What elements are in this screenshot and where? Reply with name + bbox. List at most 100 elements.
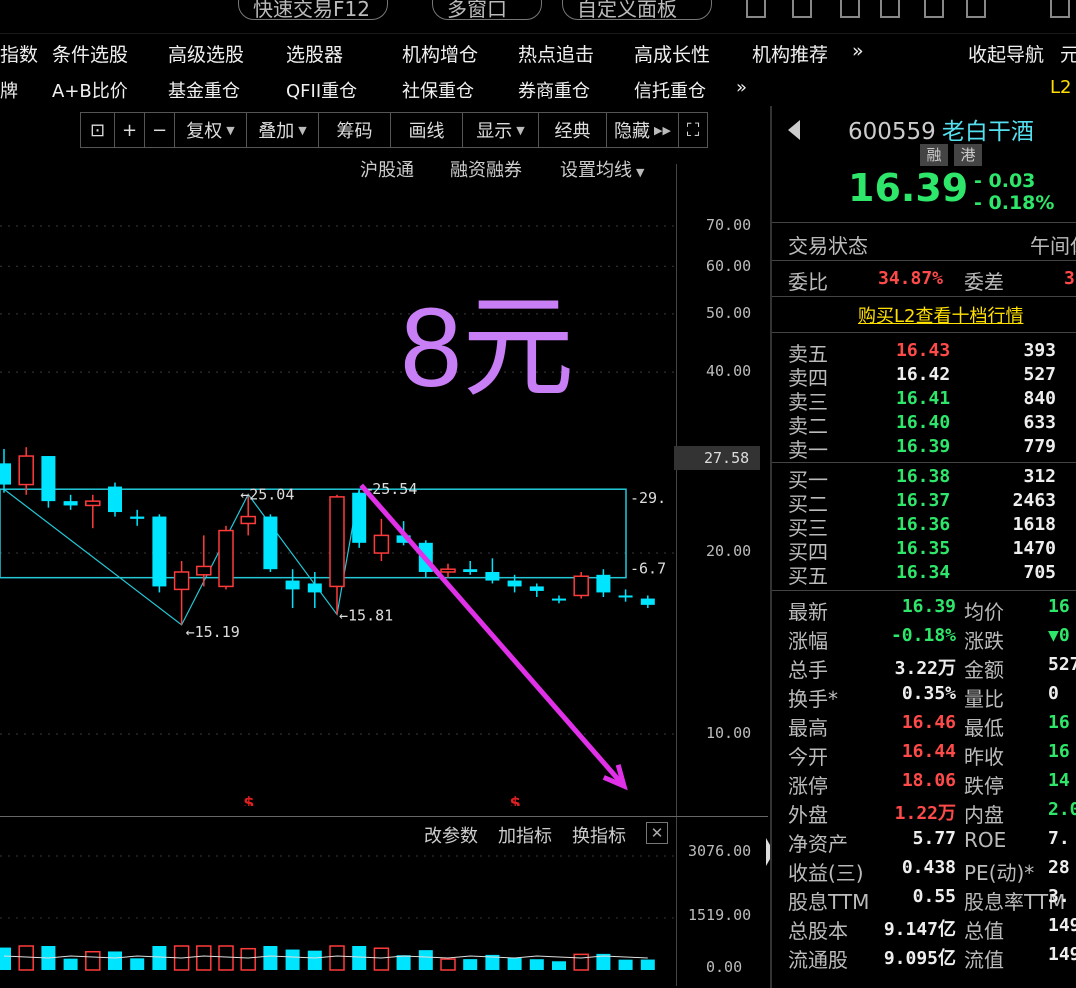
multi-window-label: 多窗口 [447, 0, 507, 20]
last-price: 16.39 [848, 166, 969, 210]
switch-indicator-button[interactable]: 换指标 [572, 822, 626, 848]
minimize-icon[interactable] [924, 0, 944, 18]
stat-label: 总股本 [788, 919, 848, 943]
menu-broker-heavy[interactable]: 券商重仓 [518, 77, 590, 103]
person-icon[interactable] [746, 0, 766, 18]
candle-body [152, 516, 167, 587]
book-volume: 633 [1023, 412, 1056, 433]
stat-label: 最新 [788, 600, 828, 624]
menu-condition-pick[interactable]: 条件选股 [52, 40, 128, 67]
candle-body [596, 574, 611, 593]
weicha-label: 委差 [964, 270, 1004, 294]
menu-social-heavy[interactable]: 社保重仓 [402, 77, 474, 103]
stat-value: 149 [1048, 915, 1076, 936]
volume-bar [640, 959, 655, 970]
menu-collapse-nav[interactable]: 收起导航 [968, 40, 1044, 67]
stock-code: 600559 [848, 119, 936, 145]
volume-bar [552, 961, 566, 970]
volume-bar [240, 947, 256, 971]
menu-fund-heavy[interactable]: 基金重仓 [168, 77, 240, 103]
stat-label: 最低 [964, 716, 1004, 740]
undo-icon[interactable] [880, 0, 900, 18]
close-window-icon[interactable] [1050, 0, 1070, 18]
book-price[interactable]: 16.42 [896, 364, 950, 385]
book-price[interactable]: 16.37 [896, 490, 950, 511]
edit-params-button[interactable]: 改参数 [424, 822, 478, 848]
book-price[interactable]: 16.38 [896, 466, 950, 487]
candle-body [108, 486, 122, 513]
status-label: 交易状态 [788, 234, 868, 258]
stat-label: 总值 [964, 919, 1004, 943]
menu-hot-track[interactable]: 热点追击 [518, 40, 594, 67]
divider [772, 296, 1076, 297]
stat-value: 1.22万 [894, 803, 956, 824]
book-price[interactable]: 16.36 [896, 514, 950, 535]
vol-tick-label: 0.00 [706, 958, 743, 976]
menu-advanced-pick[interactable]: 高级选股 [168, 40, 244, 67]
volume-bar [373, 947, 390, 971]
add-indicator-button[interactable]: 加指标 [498, 822, 552, 848]
book-volume: 1618 [1012, 514, 1056, 535]
y-axis-line [676, 164, 677, 986]
candle-body [196, 565, 212, 576]
quick-trade-label: 快速交易F12 [253, 0, 370, 20]
vol-ma-line [3, 955, 648, 959]
restore-icon[interactable] [966, 0, 986, 18]
volume-bar [152, 946, 167, 970]
menu-card[interactable]: 牌 [0, 77, 18, 103]
menu-index[interactable]: 指数 [0, 40, 38, 67]
stat-label: 股息TTM [788, 890, 870, 914]
book-volume: 312 [1023, 466, 1056, 487]
stat-value: 149 [1048, 944, 1076, 965]
collapse-arrow-icon[interactable] [788, 120, 800, 140]
stat-value: 2.0 [1048, 799, 1076, 820]
menu-trust-heavy[interactable]: 信托重仓 [634, 77, 706, 103]
box-label-top: -29. [630, 489, 666, 507]
stat-label: 量比 [964, 687, 1004, 711]
book-price[interactable]: 16.41 [896, 388, 950, 409]
stat-value: 9.147亿 [883, 919, 956, 940]
custom-panel-button[interactable]: 自定义面板 [562, 0, 712, 20]
candle-body [485, 571, 500, 581]
menu-inst-increase[interactable]: 机构增仓 [402, 40, 478, 67]
candle-body [352, 492, 367, 543]
book-volume: 840 [1023, 388, 1056, 409]
quick-trade-button[interactable]: 快速交易F12 [238, 0, 388, 20]
top-toolbar: 快速交易F12 多窗口 自定义面板 [0, 0, 1076, 34]
menu-row-1: 指数 条件选股 高级选股 选股器 机构增仓 热点追击 高成长性 机构推荐 » 收… [0, 36, 1076, 70]
close-icon[interactable]: ✕ [646, 822, 668, 844]
book-price[interactable]: 16.43 [896, 340, 950, 361]
book-price[interactable]: 16.35 [896, 538, 950, 559]
volume-bar [440, 958, 456, 971]
menu-screener[interactable]: 选股器 [286, 40, 343, 67]
menu-more-2[interactable]: » [736, 77, 747, 98]
volume-bar [130, 958, 145, 970]
book-price[interactable]: 16.34 [896, 562, 950, 583]
stat-value: 16.46 [901, 712, 956, 733]
candlestick-chart[interactable]: ←25.04 ←25.54←15.19←15.81-29.-6.7$ $ [0, 106, 676, 806]
tile-icon[interactable] [840, 0, 860, 18]
book-price[interactable]: 16.40 [896, 412, 950, 433]
stat-label: 金额 [964, 658, 1004, 682]
book-price[interactable]: 16.39 [896, 436, 950, 457]
fullscreen-button[interactable]: ⛶ [678, 112, 708, 148]
multi-window-button[interactable]: 多窗口 [432, 0, 542, 20]
menu-cut-item[interactable]: 元 [1060, 40, 1076, 67]
menu-inst-recommend[interactable]: 机构推荐 [752, 40, 828, 67]
book-volume: 779 [1023, 436, 1056, 457]
book-volume: 527 [1023, 364, 1056, 385]
volume-bar [352, 946, 367, 970]
y-tick-label: 60.00 [706, 257, 752, 275]
menu-more-1[interactable]: » [852, 40, 864, 62]
book-volume: 2463 [1012, 490, 1056, 511]
current-price-tag: 27.58 [674, 446, 760, 470]
window-icon[interactable] [792, 0, 812, 18]
menu-l2[interactable]: L2 [1050, 77, 1071, 98]
menu-ab-ratio[interactable]: A+B比价 [52, 77, 128, 103]
menu-high-growth[interactable]: 高成长性 [634, 40, 710, 67]
stat-label: 净资产 [788, 832, 848, 856]
buy-l2-link[interactable]: 购买L2查看十档行情 [858, 302, 1023, 328]
stat-value: 16.44 [901, 741, 956, 762]
status-value: 午间休 [1030, 234, 1076, 258]
menu-qfii-heavy[interactable]: QFII重仓 [286, 77, 357, 103]
